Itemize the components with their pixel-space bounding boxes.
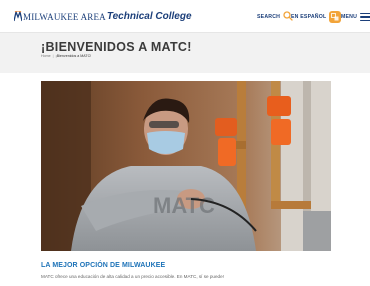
- section-body-text: MATC ofrece una educación de alta calida…: [41, 274, 224, 279]
- shirt-lettering: MATC: [153, 193, 215, 218]
- spanish-link[interactable]: EN ESPAÑOL: [291, 10, 342, 24]
- breadcrumb-separator: |: [52, 54, 54, 58]
- matc-logo[interactable]: MILWAUKEE AREATechnical College: [14, 11, 192, 23]
- search-button[interactable]: SEARCH: [257, 10, 293, 24]
- breadcrumb: Home | ¡Bienvenidos a MATC!: [41, 54, 91, 58]
- logo-text-area: MILWAUKEE AREA: [23, 12, 106, 22]
- menu-label: MENU: [341, 14, 358, 20]
- hero-photo-student-welding: MATC: [41, 81, 331, 251]
- breadcrumb-home-link[interactable]: Home: [41, 54, 51, 58]
- translate-badge-icon: [329, 11, 342, 23]
- logo-mark-icon: [14, 11, 22, 22]
- search-label: SEARCH: [257, 14, 281, 20]
- spanish-label: EN ESPAÑOL: [291, 14, 327, 20]
- breadcrumb-current: ¡Bienvenidos a MATC!: [55, 54, 92, 58]
- section-heading: LA MEJOR OPCIÓN DE MILWAUKEE: [41, 262, 166, 269]
- hamburger-menu-icon: [360, 12, 370, 22]
- site-header: MILWAUKEE AREATechnical College SEARCH E…: [0, 0, 370, 33]
- menu-button[interactable]: MENU: [341, 10, 370, 24]
- page-title: ¡BIENVENIDOS A MATC!: [41, 40, 192, 54]
- logo-text-college: Technical College: [106, 11, 192, 22]
